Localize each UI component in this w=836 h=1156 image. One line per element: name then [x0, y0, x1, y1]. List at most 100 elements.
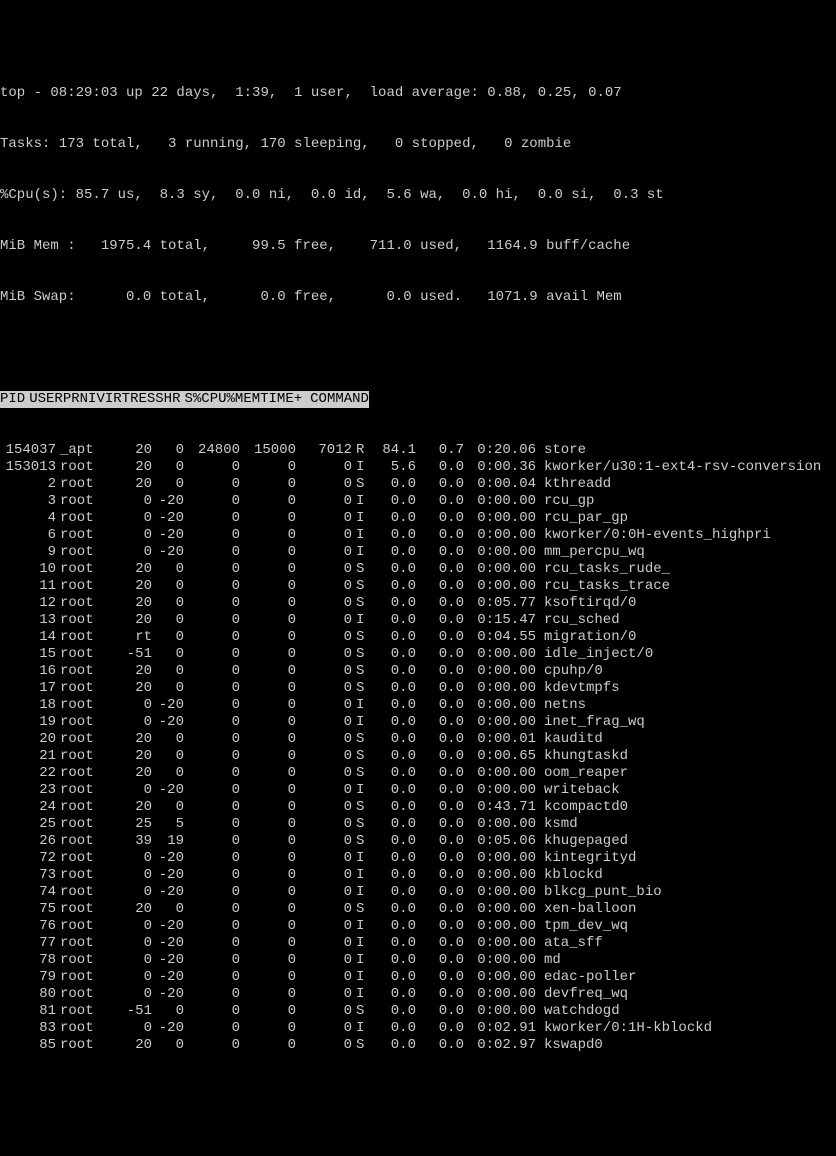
col-pid[interactable]: PID [0, 391, 25, 407]
cell-pr: 0 [120, 782, 152, 799]
cell-cmd: ata_sff [536, 935, 603, 952]
cell-pr: 0 [120, 884, 152, 901]
cell-s: I [352, 782, 368, 799]
table-row: 6root0-20000I0.00.00:00.00kworker/0:0H-e… [0, 527, 836, 544]
cell-shr: 0 [296, 459, 352, 476]
cell-pr: -51 [120, 1003, 152, 1020]
cell-pr: 0 [120, 952, 152, 969]
cell-shr: 0 [296, 731, 352, 748]
cell-pr: rt [120, 629, 152, 646]
cell-cmd: writeback [536, 782, 620, 799]
cell-pid: 24 [0, 799, 56, 816]
col-virt[interactable]: VIRT [96, 391, 130, 407]
cell-pr: 0 [120, 544, 152, 561]
cell-virt: 0 [184, 731, 240, 748]
cell-pid: 81 [0, 1003, 56, 1020]
cell-res: 0 [240, 918, 296, 935]
cell-s: I [352, 697, 368, 714]
cell-user: root [56, 833, 120, 850]
cell-ni: -20 [152, 544, 184, 561]
cell-shr: 0 [296, 595, 352, 612]
col-cpu[interactable]: %CPU [193, 391, 227, 407]
table-row: 11root200000S0.00.00:00.00rcu_tasks_trac… [0, 578, 836, 595]
col-cmd[interactable]: COMMAND [302, 391, 369, 407]
cell-pr: 0 [120, 969, 152, 986]
cell-ni: 5 [152, 816, 184, 833]
cell-time: 0:02.97 [464, 1037, 536, 1054]
cell-ni: 0 [152, 663, 184, 680]
cell-cmd: xen-balloon [536, 901, 636, 918]
cell-mem: 0.0 [416, 833, 464, 850]
cell-pr: 20 [120, 561, 152, 578]
cell-virt: 0 [184, 476, 240, 493]
cell-mem: 0.0 [416, 1003, 464, 1020]
cell-pr: 20 [120, 799, 152, 816]
cell-pr: 20 [120, 731, 152, 748]
cell-time: 0:00.65 [464, 748, 536, 765]
cell-res: 0 [240, 1037, 296, 1054]
cell-user: root [56, 1020, 120, 1037]
cell-pid: 78 [0, 952, 56, 969]
cell-time: 0:05.06 [464, 833, 536, 850]
cell-res: 0 [240, 850, 296, 867]
col-s[interactable]: S [181, 391, 193, 407]
cell-cpu: 0.0 [368, 595, 416, 612]
cell-cmd: rcu_tasks_rude_ [536, 561, 670, 578]
cell-pid: 83 [0, 1020, 56, 1037]
cell-pr: 0 [120, 935, 152, 952]
cell-pr: 0 [120, 850, 152, 867]
col-time[interactable]: TIME+ [260, 391, 302, 407]
cell-pr: 39 [120, 833, 152, 850]
col-pr[interactable]: PR [63, 391, 80, 407]
cell-ni: -20 [152, 969, 184, 986]
cell-user: root [56, 697, 120, 714]
cell-user: _apt [56, 442, 120, 459]
cell-cpu: 0.0 [368, 1037, 416, 1054]
cell-virt: 0 [184, 527, 240, 544]
col-shr[interactable]: SHR [155, 391, 180, 407]
cell-shr: 0 [296, 561, 352, 578]
col-mem[interactable]: %MEM [227, 391, 261, 407]
cell-mem: 0.0 [416, 493, 464, 510]
cell-mem: 0.7 [416, 442, 464, 459]
cell-time: 0:00.00 [464, 493, 536, 510]
cell-res: 0 [240, 799, 296, 816]
col-ni[interactable]: NI [80, 391, 97, 407]
cell-res: 0 [240, 833, 296, 850]
cell-res: 0 [240, 646, 296, 663]
cell-user: root [56, 493, 120, 510]
cell-ni: 0 [152, 1037, 184, 1054]
cell-virt: 0 [184, 1037, 240, 1054]
cell-cpu: 0.0 [368, 476, 416, 493]
cell-s: S [352, 799, 368, 816]
cell-mem: 0.0 [416, 459, 464, 476]
cell-pr: 20 [120, 595, 152, 612]
cell-time: 0:00.00 [464, 680, 536, 697]
cell-user: root [56, 1037, 120, 1054]
process-table-header[interactable]: PIDUSERPRNIVIRTRESSHRS%CPU%MEMTIME+COMMA… [0, 391, 836, 408]
cell-cpu: 0.0 [368, 612, 416, 629]
col-res[interactable]: RES [130, 391, 155, 407]
cell-virt: 0 [184, 901, 240, 918]
cell-res: 0 [240, 969, 296, 986]
cell-user: root [56, 476, 120, 493]
cell-pr: 20 [120, 663, 152, 680]
cell-time: 0:00.00 [464, 697, 536, 714]
cell-time: 0:02.91 [464, 1020, 536, 1037]
col-user[interactable]: USER [25, 391, 63, 407]
cell-cpu: 0.0 [368, 867, 416, 884]
cell-shr: 0 [296, 986, 352, 1003]
cell-time: 0:00.01 [464, 731, 536, 748]
cell-user: root [56, 612, 120, 629]
cell-ni: 0 [152, 578, 184, 595]
table-row: 16root200000S0.00.00:00.00cpuhp/0 [0, 663, 836, 680]
cell-time: 0:00.00 [464, 765, 536, 782]
cell-cmd: idle_inject/0 [536, 646, 653, 663]
cell-shr: 0 [296, 510, 352, 527]
cell-mem: 0.0 [416, 935, 464, 952]
cell-s: I [352, 969, 368, 986]
cell-pid: 77 [0, 935, 56, 952]
cell-s: S [352, 663, 368, 680]
cell-time: 0:00.00 [464, 578, 536, 595]
table-row: 77root0-20000I0.00.00:00.00ata_sff [0, 935, 836, 952]
